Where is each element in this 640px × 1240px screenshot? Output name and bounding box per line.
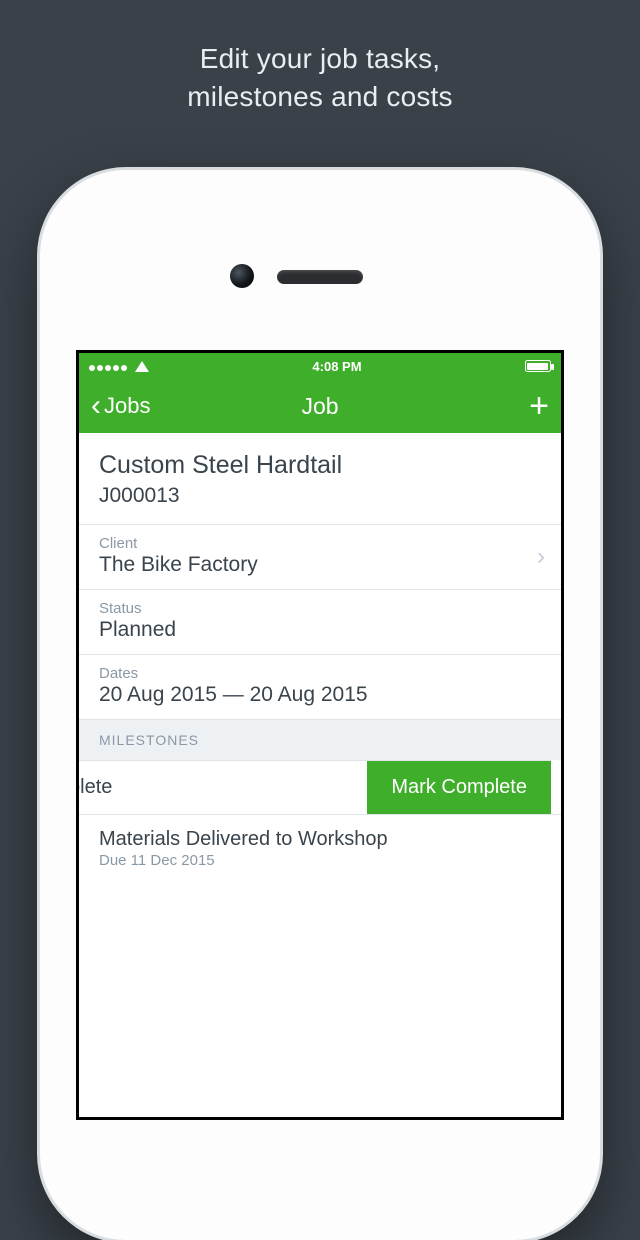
- job-header: Custom Steel Hardtail J000013: [79, 433, 561, 525]
- milestone-due: Due 11 Dec 2015: [99, 852, 541, 869]
- signal-icon: [89, 359, 129, 374]
- promo-line-2: milestones and costs: [0, 78, 640, 116]
- back-button[interactable]: ‹ Jobs: [91, 391, 150, 421]
- chevron-left-icon: ‹: [91, 391, 101, 421]
- earpiece-icon: [277, 270, 363, 284]
- milestones-section-header: MILESTONES: [79, 720, 561, 760]
- status-time: 4:08 PM: [312, 359, 361, 374]
- milestone-row[interactable]: Materials Delivered to Workshop Due 11 D…: [79, 814, 561, 881]
- milestone-title-partial: plete: [76, 761, 367, 814]
- page-title: Job: [91, 393, 549, 420]
- field-value: The Bike Factory: [99, 553, 541, 577]
- battery-icon: [525, 360, 551, 372]
- client-field[interactable]: Client The Bike Factory ›: [79, 525, 561, 590]
- content: Custom Steel Hardtail J000013 Client The…: [79, 433, 561, 881]
- field-label: Client: [99, 535, 541, 552]
- screen: 4:08 PM ‹ Jobs Job + Custom Steel Hardta…: [76, 350, 564, 1120]
- wifi-icon: [135, 361, 149, 372]
- chevron-right-icon: ›: [537, 543, 545, 571]
- camera-icon: [230, 264, 254, 288]
- milestone-title: Materials Delivered to Workshop: [99, 828, 541, 851]
- promo-text: Edit your job tasks, milestones and cost…: [0, 0, 640, 116]
- field-value: Planned: [99, 618, 541, 642]
- status-field[interactable]: Status Planned: [79, 590, 561, 655]
- promo-line-1: Edit your job tasks,: [0, 40, 640, 78]
- add-button[interactable]: +: [529, 389, 549, 423]
- status-bar: 4:08 PM: [79, 353, 561, 379]
- field-label: Status: [99, 600, 541, 617]
- phone-frame: 4:08 PM ‹ Jobs Job + Custom Steel Hardta…: [40, 170, 600, 1240]
- job-number: J000013: [99, 484, 541, 508]
- back-label: Jobs: [104, 393, 150, 419]
- job-name: Custom Steel Hardtail: [99, 451, 541, 480]
- mark-complete-button[interactable]: Mark Complete: [367, 761, 551, 814]
- milestone-row-swiped[interactable]: plete Mark Complete: [76, 760, 551, 814]
- field-value: 20 Aug 2015 — 20 Aug 2015: [99, 683, 541, 707]
- field-label: Dates: [99, 665, 541, 682]
- nav-bar: ‹ Jobs Job +: [79, 379, 561, 433]
- dates-field[interactable]: Dates 20 Aug 2015 — 20 Aug 2015: [79, 655, 561, 720]
